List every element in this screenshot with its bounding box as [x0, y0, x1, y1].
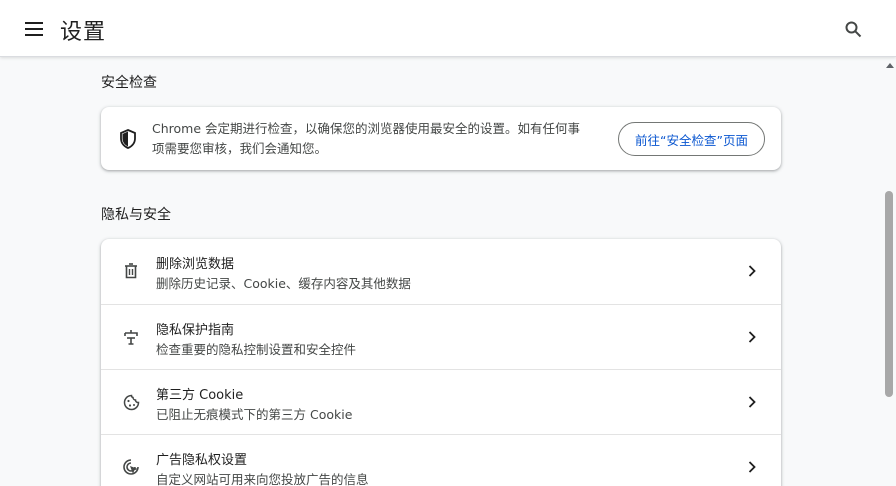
cookie-icon	[123, 394, 139, 410]
safety-check-card: Chrome 会定期进行检查，以确保您的浏览器使用最安全的设置。如有任何事项需要…	[101, 107, 781, 170]
go-to-safety-check-button[interactable]: 前往“安全检查”页面	[618, 122, 765, 156]
row-sublabel: 删除历史记录、Cookie、缓存内容及其他数据	[156, 276, 411, 291]
privacy-guide-icon	[124, 330, 138, 345]
scrollbar[interactable]	[882, 57, 896, 486]
chevron-right-icon	[748, 396, 756, 408]
row-sublabel: 检查重要的隐私控制设置和安全控件	[156, 342, 357, 357]
hamburger-menu-icon	[25, 22, 43, 36]
row-privacy-guide[interactable]: 隐私保护指南 检查重要的隐私控制设置和安全控件	[101, 304, 781, 369]
row-third-party-cookies[interactable]: 第三方 Cookie 已阻止无痕模式下的第三方 Cookie	[101, 369, 781, 434]
search-icon	[845, 21, 861, 37]
chevron-right-icon	[748, 461, 756, 473]
row-sublabel: 已阻止无痕模式下的第三方 Cookie	[156, 407, 353, 422]
row-label: 第三方 Cookie	[156, 388, 244, 403]
menu-button[interactable]	[20, 15, 48, 43]
row-label: 隐私保护指南	[156, 323, 235, 338]
shield-icon	[120, 129, 136, 149]
privacy-security-card: 删除浏览数据 删除历史记录、Cookie、缓存内容及其他数据 隐私保护指南 检查…	[101, 239, 781, 486]
toolbar: 设置	[0, 0, 896, 57]
row-sublabel: 自定义网站可用来向您投放广告的信息	[156, 472, 369, 486]
row-ad-privacy[interactable]: 广告隐私权设置 自定义网站可用来向您投放广告的信息	[101, 434, 781, 486]
settings-content: 安全检查 Chrome 会定期进行检查，以确保您的浏览器使用最安全的设置。如有任…	[0, 57, 896, 486]
trash-icon	[125, 263, 137, 279]
safety-check-description: Chrome 会定期进行检查，以确保您的浏览器使用最安全的设置。如有任何事项需要…	[152, 121, 581, 156]
chevron-right-icon	[748, 331, 756, 343]
page-title: 设置	[60, 20, 107, 45]
privacy-security-heading: 隐私与安全	[101, 207, 171, 223]
row-clear-browsing-data[interactable]: 删除浏览数据 删除历史记录、Cookie、缓存内容及其他数据	[101, 239, 781, 304]
row-label: 广告隐私权设置	[156, 453, 248, 468]
chevron-right-icon	[748, 265, 756, 277]
search-button[interactable]	[840, 16, 866, 42]
ad-privacy-icon	[123, 459, 139, 475]
scrollbar-thumb[interactable]	[885, 191, 893, 397]
safety-check-heading: 安全检查	[101, 75, 157, 91]
row-label: 删除浏览数据	[156, 257, 235, 272]
scroll-up-arrow-icon[interactable]	[886, 63, 894, 68]
